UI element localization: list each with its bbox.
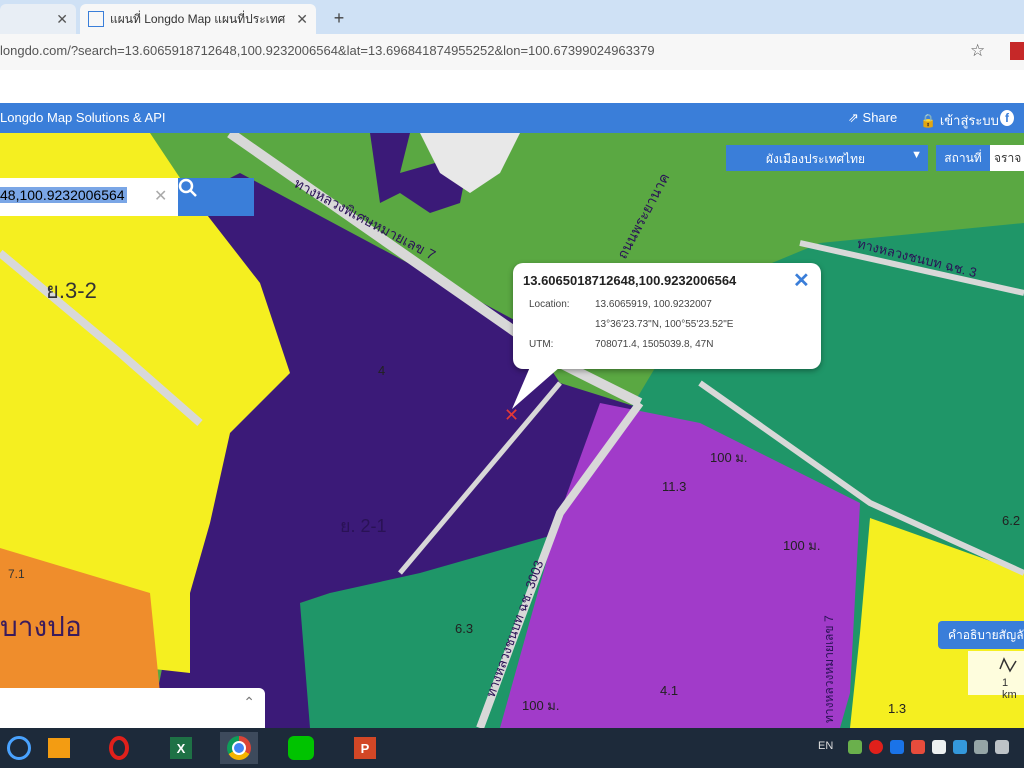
share-icon: ⇗ — [848, 110, 859, 125]
share-button[interactable]: ⇗ Share — [848, 110, 897, 126]
close-tab-icon[interactable]: ✕ — [56, 11, 68, 28]
map-label: 6.2 — [1002, 513, 1021, 528]
map-label: 4 — [378, 363, 386, 378]
search-input[interactable]: 48,100.9232006564 — [0, 187, 127, 203]
measure-icon — [999, 657, 1017, 673]
location-decimal: 13.6065919, 100.9232007 — [595, 299, 712, 310]
browser-tab-longdo[interactable]: แผนที่ Longdo Map แผนที่ประเทศ ✕ — [80, 4, 316, 34]
location-label: Location: — [529, 299, 570, 310]
start-button[interactable] — [0, 732, 38, 764]
map-label: 100 ม. — [710, 450, 748, 465]
close-tab-icon[interactable]: ✕ — [296, 11, 308, 28]
new-tab-button[interactable]: + — [326, 6, 352, 30]
map-label: 7.1 — [8, 567, 25, 581]
bottom-panel: ⌃ — [0, 688, 265, 728]
traffic-input[interactable]: จราจ — [990, 145, 1024, 171]
tray-icon[interactable] — [890, 740, 904, 754]
line-icon — [288, 736, 314, 760]
windows-start-icon — [7, 736, 31, 760]
map-label: ย.3-2 — [46, 278, 97, 303]
map-label: 4.1 — [660, 683, 679, 698]
clear-search-icon[interactable]: ✕ — [154, 186, 167, 206]
place-button[interactable]: สถานที่ — [936, 145, 990, 171]
facebook-icon[interactable]: f — [1000, 110, 1014, 126]
taskbar-app-media-player[interactable] — [40, 732, 78, 764]
browser-tab-strip: ✕ แผนที่ Longdo Map แผนที่ประเทศ ✕ + — [0, 0, 1024, 34]
longdo-favicon-icon — [88, 11, 104, 27]
layer-select-value: ผังเมืองประเทศไทย — [766, 152, 866, 166]
map-label: 6.3 — [455, 621, 474, 636]
address-bar: longdo.com/?search=13.6065918712648,100.… — [0, 34, 1024, 70]
popup-pointer — [512, 367, 560, 409]
expand-panel-icon[interactable]: ⌃ — [243, 694, 255, 711]
scale-bar: 1 km — [968, 651, 1024, 701]
utm-value: 708071.4, 1505039.8, 47N — [595, 339, 714, 350]
tab-title: แผนที่ Longdo Map แผนที่ประเทศ — [110, 11, 286, 26]
share-label: Share — [862, 110, 898, 125]
system-tray — [848, 740, 1018, 756]
legend-button[interactable]: คำอธิบายสัญลักษณ์ — [938, 621, 1024, 649]
tray-icon[interactable] — [848, 740, 862, 754]
chrome-icon — [227, 736, 251, 760]
map-label: ย. 2-1 — [340, 516, 387, 536]
taskbar-app-line[interactable] — [282, 732, 320, 764]
media-player-icon — [48, 738, 70, 758]
map-label: 11.3 — [662, 479, 687, 494]
close-popup-icon[interactable]: ✕ — [793, 268, 810, 293]
coordinate-popup: 13.6065018712648,100.9232006564 ✕ Locati… — [513, 263, 821, 369]
opera-icon — [109, 736, 129, 760]
browser-tab-previous[interactable]: ✕ — [0, 4, 76, 34]
brand-link[interactable]: Longdo Map Solutions & API — [0, 110, 166, 125]
taskbar-app-excel[interactable]: X — [162, 732, 200, 764]
dropdown-caret-icon: ▼ — [911, 149, 922, 161]
location-dms: 13°36'23.73"N, 100°55'23.52"E — [595, 319, 734, 330]
pdf-extension-icon[interactable] — [1010, 42, 1024, 60]
tray-icon[interactable] — [932, 740, 946, 754]
tray-network-icon[interactable] — [974, 740, 988, 754]
map-search-box[interactable]: 48,100.9232006564 ✕ — [0, 178, 178, 216]
login-label: เข้าสู่ระบบ — [939, 113, 999, 128]
tray-icon[interactable] — [953, 740, 967, 754]
windows-taskbar: X P EN — [0, 728, 1024, 768]
tray-opera-icon[interactable] — [869, 740, 883, 754]
language-indicator[interactable]: EN — [818, 740, 833, 752]
search-button[interactable] — [178, 178, 254, 216]
layer-select[interactable]: ผังเมืองประเทศไทย ▼ — [726, 145, 928, 171]
bookmark-star-icon[interactable]: ☆ — [970, 41, 985, 61]
scale-label: 1 km — [1002, 677, 1017, 701]
powerpoint-icon: P — [354, 737, 376, 759]
taskbar-app-opera[interactable] — [100, 732, 138, 764]
search-icon — [178, 178, 197, 197]
excel-icon: X — [170, 737, 192, 759]
tray-icon[interactable] — [911, 740, 925, 754]
popup-title: 13.6065018712648,100.9232006564 — [523, 273, 737, 288]
url-field[interactable]: longdo.com/?search=13.6065918712648,100.… — [0, 43, 655, 58]
map-label: 100 ม. — [783, 538, 821, 553]
map-label: บางปอ — [0, 611, 82, 642]
road-label: ทางหลวงหมายเลข 7 — [822, 615, 836, 723]
map-label: 1.3 — [888, 701, 907, 716]
site-header: Longdo Map Solutions & API ⇗ Share 🔒 เข้… — [0, 103, 1024, 133]
lock-icon: 🔒 — [920, 113, 937, 128]
utm-label: UTM: — [529, 339, 554, 350]
login-button[interactable]: 🔒 เข้าสู่ระบบ — [920, 110, 999, 131]
map-canvas[interactable]: ✕ ย.3-2 บางปอ 7.1 ย. 2-1 11.3 100 ม. 100… — [0, 133, 1024, 728]
tray-volume-icon[interactable] — [995, 740, 1009, 754]
taskbar-app-powerpoint[interactable]: P — [346, 732, 384, 764]
map-label: 100 ม. — [522, 698, 560, 713]
bookmarks-bar — [0, 70, 1024, 104]
taskbar-app-chrome[interactable] — [220, 732, 258, 764]
